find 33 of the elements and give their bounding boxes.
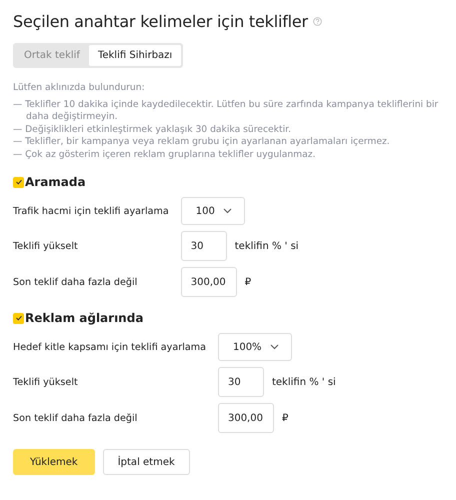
check-icon [14,314,22,322]
notes-heading: Lütfen aklınızda bulundurun: [13,82,146,94]
chevron-icon [270,344,279,350]
field-label: Teklifi yükselt [13,240,79,252]
dropdown[interactable]: 100 [180,197,245,225]
section-label: Aramada [25,175,86,189]
input-field[interactable]: 30 [218,367,264,397]
field-suffix: ₽ [282,412,288,424]
input-field[interactable]: 30 [180,231,227,261]
field-label: Trafik hacmi için teklifi ayarlama [13,206,169,216]
field-label: Teklifi yükselt [13,376,79,388]
dropdown[interactable]: 100% [218,333,292,361]
field-suffix: teklifin % ' si [272,376,336,388]
note-item: — Çok az gösterim içeren reklam gruplarına teklifler uygulanmaz. [13,148,316,161]
input-field[interactable]: 300,00 [218,403,274,433]
input-field[interactable]: 300,00 [180,267,237,297]
note-item: — Teklifler 10 dakika içinde kaydedilecektir. Lütfen bu süre zarfında kampanya tekliflerini bir daha değiştirmeyin. [13,98,440,124]
page-title: Seçilen anahtar kelimeler için teklifler [13,12,308,31]
chevron-icon [222,208,232,214]
checkbox[interactable] [13,176,24,188]
field-suffix: ₽ [244,276,252,288]
check-icon [14,178,22,186]
tab[interactable]: Teklifi Sihirbazı [88,45,182,66]
cancel-button[interactable]: İptal etmek [102,449,190,475]
field-label: Son teklif daha fazla değil [13,276,138,288]
upload-button[interactable]: Yüklemek [13,449,95,475]
field-suffix: teklifin % ' si [234,240,299,252]
checkbox[interactable] [13,312,24,324]
note-item: — Değişiklikleri etkinleştirmek yaklaşık 30 dakika sürecektir. [13,124,292,136]
field-label: Hedef kitle kapsamı için teklifi ayarlama [13,342,206,352]
field-label: Son teklif daha fazla değil [13,412,138,424]
note-item: — Teklifler, bir kampanya veya reklam grubu için ayarlanan ayarlamaları içermez. [13,136,391,148]
section-label: Reklam ağlarında [25,311,144,325]
